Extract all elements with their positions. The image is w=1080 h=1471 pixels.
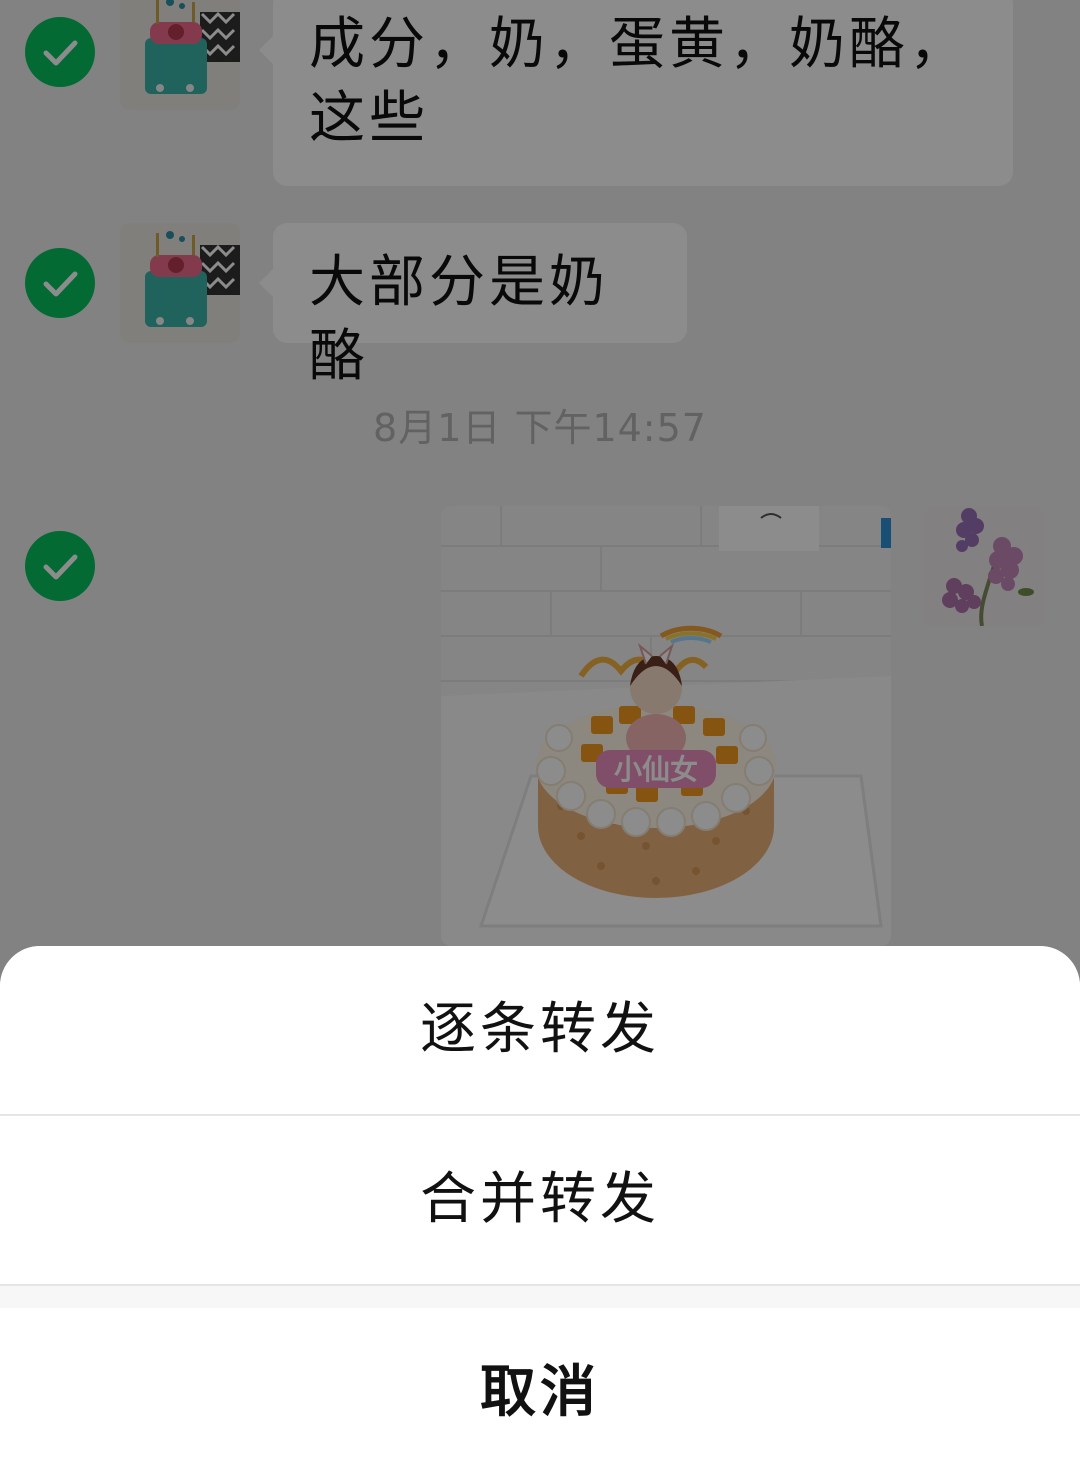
forward-one-by-one-button[interactable]: 逐条转发 (0, 946, 1080, 1114)
forward-action-sheet: 逐条转发 合并转发 取消 (0, 946, 1080, 1471)
cancel-button[interactable]: 取消 (0, 1308, 1080, 1471)
merge-forward-button[interactable]: 合并转发 (0, 1116, 1080, 1284)
sheet-section-gap (0, 1286, 1080, 1308)
